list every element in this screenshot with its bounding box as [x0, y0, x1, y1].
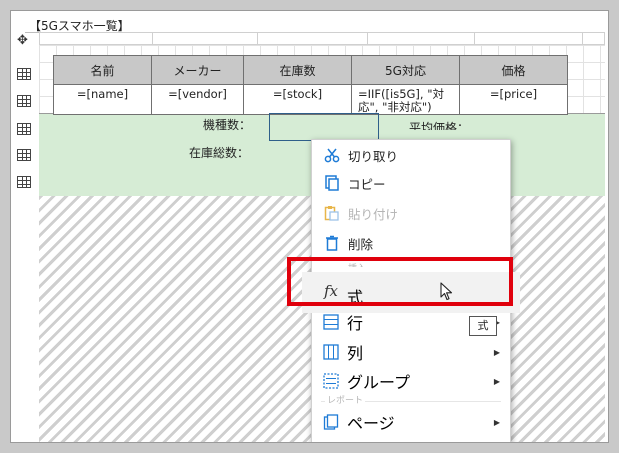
header-cell[interactable]: 名前	[53, 55, 152, 85]
field-cell-text: =IIF([is5G], "対応", "非対応")	[358, 88, 445, 114]
header-cell[interactable]: 5G対応	[351, 55, 460, 85]
menu-item-label: 列	[347, 344, 364, 363]
menu-item-label: 貼り付け	[348, 206, 399, 222]
menu-item-delete[interactable]: 削除	[312, 231, 510, 255]
row-handle-icon[interactable]	[17, 149, 31, 161]
copy-icon	[323, 174, 341, 192]
group-icon	[322, 372, 340, 390]
move-handle-icon[interactable]: ✥	[17, 34, 28, 47]
menu-item-label: 行	[347, 314, 364, 333]
report-designer: 【5Gスマホ一覧】 ✥ 名前 メーカー 在庫数 5G対応 価格 =[name] …	[10, 10, 609, 443]
scissors-icon	[323, 146, 341, 164]
menu-item-label: 切り取り	[348, 148, 399, 164]
field-cell[interactable]: =IIF([is5G], "対応", "非対応")	[351, 84, 460, 115]
trash-icon	[323, 234, 341, 252]
menu-item-label: グループ	[347, 373, 411, 392]
field-cell[interactable]: =[stock]	[243, 84, 352, 115]
mouse-cursor-icon	[440, 282, 454, 306]
header-cell[interactable]: メーカー	[151, 55, 244, 85]
page-icon	[322, 413, 340, 431]
detail-row: =[name] =[vendor] =[stock] =IIF([is5G], …	[53, 84, 568, 115]
field-cell[interactable]: =[vendor]	[151, 84, 244, 115]
paste-icon	[323, 204, 341, 222]
count-label: 機種数：	[203, 118, 252, 132]
submenu-arrow-icon: ▶	[493, 376, 500, 386]
row-handle-icon[interactable]	[17, 176, 31, 188]
column-ruler	[39, 32, 605, 45]
field-cell[interactable]: =[price]	[459, 84, 568, 115]
submenu-arrow-icon: ▶	[493, 417, 500, 427]
header-row: 名前 メーカー 在庫数 5G対応 価格	[53, 55, 568, 85]
menu-section-report: レポート	[325, 393, 366, 406]
menu-item-label: ページ	[347, 414, 395, 433]
menu-item-group[interactable]: グループ ▶	[311, 369, 509, 393]
menu-item-page[interactable]: ページ ▶	[311, 410, 509, 434]
submenu-arrow-icon: ▶	[493, 347, 500, 357]
row-handle-icon[interactable]	[17, 68, 31, 80]
row-handle-icon[interactable]	[17, 95, 31, 107]
highlight-box	[287, 257, 513, 306]
header-cell[interactable]: 在庫数	[243, 55, 352, 85]
header-cell[interactable]: 価格	[459, 55, 568, 85]
field-cell[interactable]: =[name]	[53, 84, 152, 115]
selected-cell[interactable]	[269, 113, 379, 141]
stock-total-label: 在庫総数：	[189, 146, 250, 160]
menu-item-cut[interactable]: 切り取り	[312, 143, 510, 167]
report-table: 名前 メーカー 在庫数 5G対応 価格 =[name] =[vendor] =[…	[53, 55, 568, 115]
column-icon	[322, 343, 340, 361]
menu-item-column[interactable]: 列 ▶	[311, 340, 509, 364]
tooltip: 式	[469, 316, 497, 336]
avg-price-label: 平均価格：	[409, 121, 470, 130]
menu-item-paste: 貼り付け	[312, 201, 510, 225]
row-icon	[322, 313, 340, 331]
menu-item-label: 削除	[348, 236, 374, 252]
menu-item-copy[interactable]: コピー	[312, 171, 510, 195]
menu-item-label: コピー	[348, 176, 386, 192]
row-handle-icon[interactable]	[17, 123, 31, 135]
